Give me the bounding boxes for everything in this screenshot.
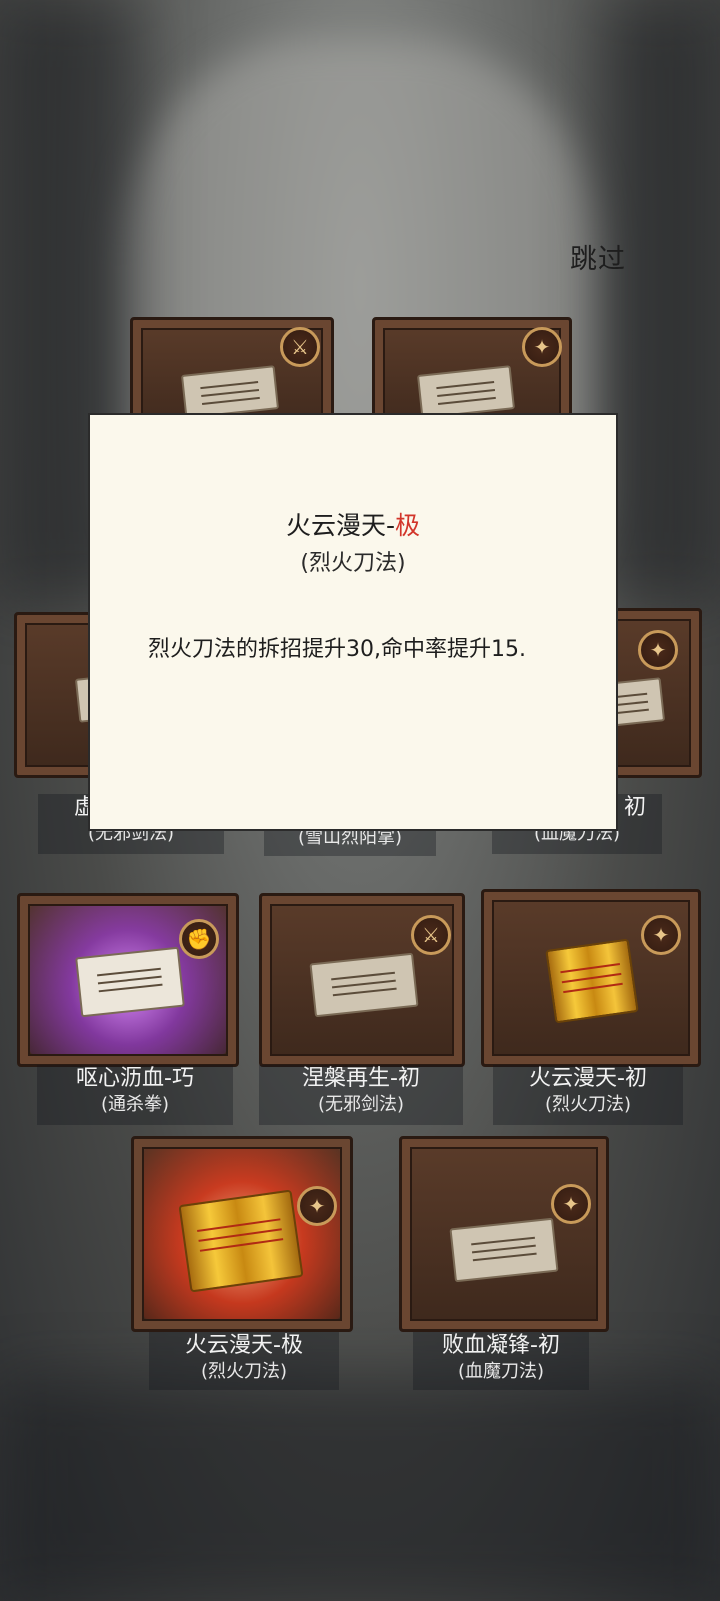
modal-title: 火云漫天-极 (90, 506, 616, 542)
blade-icon: ✦ (551, 1184, 591, 1224)
card-school: (通杀拳) (100, 1094, 170, 1115)
blade-icon: ✦ (638, 630, 678, 670)
sword-icon: ⚔ (280, 327, 320, 367)
reward-card-9[interactable]: ✦ 火云漫天-极 (烈火刀法) (131, 1136, 353, 1393)
modal-title-name: 火云漫天- (285, 511, 395, 540)
card-name: 呕心沥血-巧 (76, 1066, 194, 1091)
card-label: 败血凝锋-初 (血魔刀法) (413, 1332, 589, 1390)
card-label: 火云漫天-极 (烈火刀法) (149, 1332, 339, 1390)
card-name: 火云漫天-初 (529, 1066, 647, 1091)
reward-card-6[interactable]: ✊ 呕心沥血-巧 (通杀拳) (17, 893, 239, 1129)
card-label: 呕心沥血-巧 (通杀拳) (37, 1065, 233, 1125)
reward-card-8[interactable]: ✦ 火云漫天-初 (烈火刀法) (481, 889, 701, 1129)
skip-button[interactable]: 跳过 (570, 237, 626, 276)
reward-card-7[interactable]: ⚔ 涅槃再生-初 (无邪剑法) (259, 893, 465, 1129)
reward-card-10[interactable]: ✦ 败血凝锋-初 (血魔刀法) (399, 1136, 609, 1393)
skill-detail-modal[interactable]: 火云漫天-极 (烈火刀法) 烈火刀法的拆招提升30,命中率提升15. (88, 413, 618, 831)
blade-icon: ✦ (522, 327, 562, 367)
modal-school: (烈火刀法) (300, 551, 406, 576)
card-name: 火云漫天-极 (185, 1333, 303, 1358)
card-name: 涅槃再生-初 (302, 1066, 420, 1091)
card-school: (无邪剑法) (317, 1094, 405, 1115)
fist-icon: ✊ (179, 919, 219, 959)
card-school: (烈火刀法) (544, 1094, 632, 1115)
blade-icon: ✦ (297, 1186, 337, 1226)
sword-icon: ⚔ (411, 915, 451, 955)
card-school: (烈火刀法) (200, 1361, 288, 1382)
card-label: 火云漫天-初 (烈火刀法) (493, 1065, 683, 1125)
blade-icon: ✦ (641, 915, 681, 955)
card-name: 败血凝锋-初 (442, 1333, 560, 1358)
card-school: (血魔刀法) (457, 1361, 545, 1382)
modal-description: 烈火刀法的拆招提升30,命中率提升15. (148, 637, 526, 662)
card-label: 涅槃再生-初 (无邪剑法) (259, 1065, 463, 1125)
modal-title-grade: 极 (395, 511, 421, 540)
